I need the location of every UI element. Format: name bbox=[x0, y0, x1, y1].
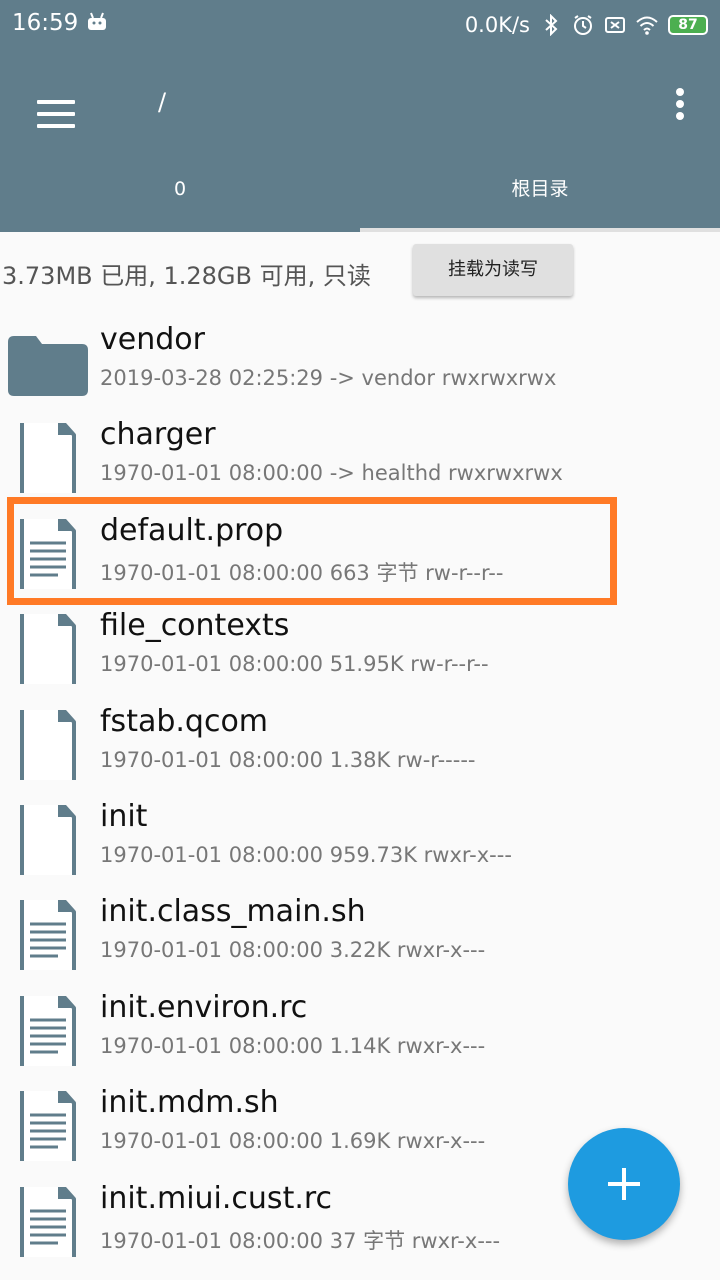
file-icon bbox=[6, 606, 90, 689]
storage-info: 3.73MB 已用, 1.28GB 可用, 只读 bbox=[2, 262, 371, 290]
more-vert-dot bbox=[676, 100, 684, 108]
net-speed: 0.0K/s bbox=[464, 13, 530, 37]
file-name: init bbox=[100, 798, 148, 834]
file-meta: 1970-01-01 08:00:00 37 字节 rwxr-x--- bbox=[100, 1228, 501, 1253]
bluetooth-icon bbox=[545, 14, 558, 36]
file-name: init.mdm.sh bbox=[100, 1085, 279, 1121]
text-file-icon bbox=[6, 510, 90, 593]
alarm-icon bbox=[574, 15, 592, 35]
file-name: init.environ.rc bbox=[100, 989, 308, 1025]
file-meta: 1970-01-01 08:00:00 51.95K rw-r--r-- bbox=[100, 652, 489, 677]
file-row[interactable]: file_contexts 1970-01-01 08:00:00 51.95K … bbox=[0, 598, 720, 693]
add-icon-bar bbox=[608, 1182, 640, 1186]
file-row[interactable]: charger 1970-01-01 08:00:00 -> healthd rw… bbox=[0, 407, 720, 502]
file-list: vendor 2019-03-28 02:25:29 -> vendor rwxr… bbox=[0, 312, 720, 1266]
file-meta: 1970-01-01 08:00:00 1.38K rw-r----- bbox=[100, 747, 476, 772]
more-vert-dot bbox=[676, 112, 684, 120]
folder-icon bbox=[6, 328, 90, 398]
android-icon bbox=[88, 12, 106, 30]
menu-button[interactable] bbox=[28, 86, 84, 142]
sim-icon bbox=[605, 17, 625, 33]
hamburger-line bbox=[37, 124, 75, 128]
file-row[interactable]: init 1970-01-01 08:00:00 959.73K rwxr-x--… bbox=[0, 789, 720, 884]
text-file-icon bbox=[6, 1083, 90, 1166]
more-options-button[interactable] bbox=[662, 84, 698, 124]
storage-info-row: 3.73MB 已用, 1.28GB 可用, 只读 挂载为读写 bbox=[0, 232, 720, 312]
file-row[interactable]: init.environ.rc 1970-01-01 08:00:00 1.14K… bbox=[0, 980, 720, 1075]
file-meta: 1970-01-01 08:00:00 1.14K rwxr-x--- bbox=[100, 1033, 486, 1058]
text-file-icon bbox=[6, 1178, 90, 1261]
status-icons: 0.0K/s 87 bbox=[465, 10, 708, 40]
file-row[interactable]: fstab.qcom 1970-01-01 08:00:00 1.38K rw-r… bbox=[0, 694, 720, 789]
file-name: default.prop bbox=[100, 512, 284, 548]
tab-root[interactable]: 根目录 bbox=[360, 162, 720, 232]
current-path: / bbox=[158, 88, 167, 116]
mount-rw-button[interactable]: 挂载为读写 bbox=[413, 244, 573, 296]
file-name: vendor bbox=[100, 322, 205, 357]
file-row[interactable]: default.prop 1970-01-01 08:00:00 663 字节 r… bbox=[0, 503, 720, 598]
file-icon bbox=[6, 796, 90, 879]
battery-icon: 87 bbox=[668, 15, 708, 35]
add-button[interactable] bbox=[568, 1128, 680, 1240]
hamburger-line bbox=[37, 112, 75, 116]
text-file-icon bbox=[6, 987, 90, 1070]
file-name: file_contexts bbox=[100, 608, 290, 644]
file-icon bbox=[6, 701, 90, 784]
file-meta: 1970-01-01 08:00:00 959.73K rwxr-x--- bbox=[100, 842, 512, 867]
hamburger-menu-icon bbox=[37, 100, 75, 104]
app-bar: / 0 根目录 bbox=[0, 50, 720, 232]
file-icon bbox=[6, 415, 90, 498]
tab-bar: 0 根目录 bbox=[0, 162, 720, 232]
file-meta: 1970-01-01 08:00:00 663 字节 rw-r--r-- bbox=[100, 560, 504, 585]
file-row[interactable]: vendor 2019-03-28 02:25:29 -> vendor rwxr… bbox=[0, 312, 720, 407]
tab-storage-0[interactable]: 0 bbox=[0, 162, 360, 232]
status-bar: 16:59 0.0K/s 87 bbox=[0, 0, 720, 50]
file-name: fstab.qcom bbox=[100, 703, 269, 739]
file-meta: 1970-01-01 08:00:00 3.22K rwxr-x--- bbox=[100, 938, 486, 963]
file-name: charger bbox=[100, 417, 216, 453]
file-name: init.class_main.sh bbox=[100, 894, 366, 930]
file-row[interactable]: init.class_main.sh 1970-01-01 08:00:00 3.… bbox=[0, 884, 720, 979]
file-meta: 1970-01-01 08:00:00 -> healthd rwxrwxrwx bbox=[100, 461, 563, 486]
file-name: init.miui.cust.rc bbox=[100, 1180, 333, 1216]
wifi-icon bbox=[636, 16, 658, 35]
file-meta: 1970-01-01 08:00:00 1.69K rwxr-x--- bbox=[100, 1129, 486, 1154]
more-vert-icon bbox=[676, 88, 684, 96]
text-file-icon bbox=[6, 892, 90, 975]
status-time: 16:59 bbox=[12, 10, 79, 36]
file-meta: 2019-03-28 02:25:29 -> vendor rwxrwxrwx bbox=[100, 366, 557, 390]
